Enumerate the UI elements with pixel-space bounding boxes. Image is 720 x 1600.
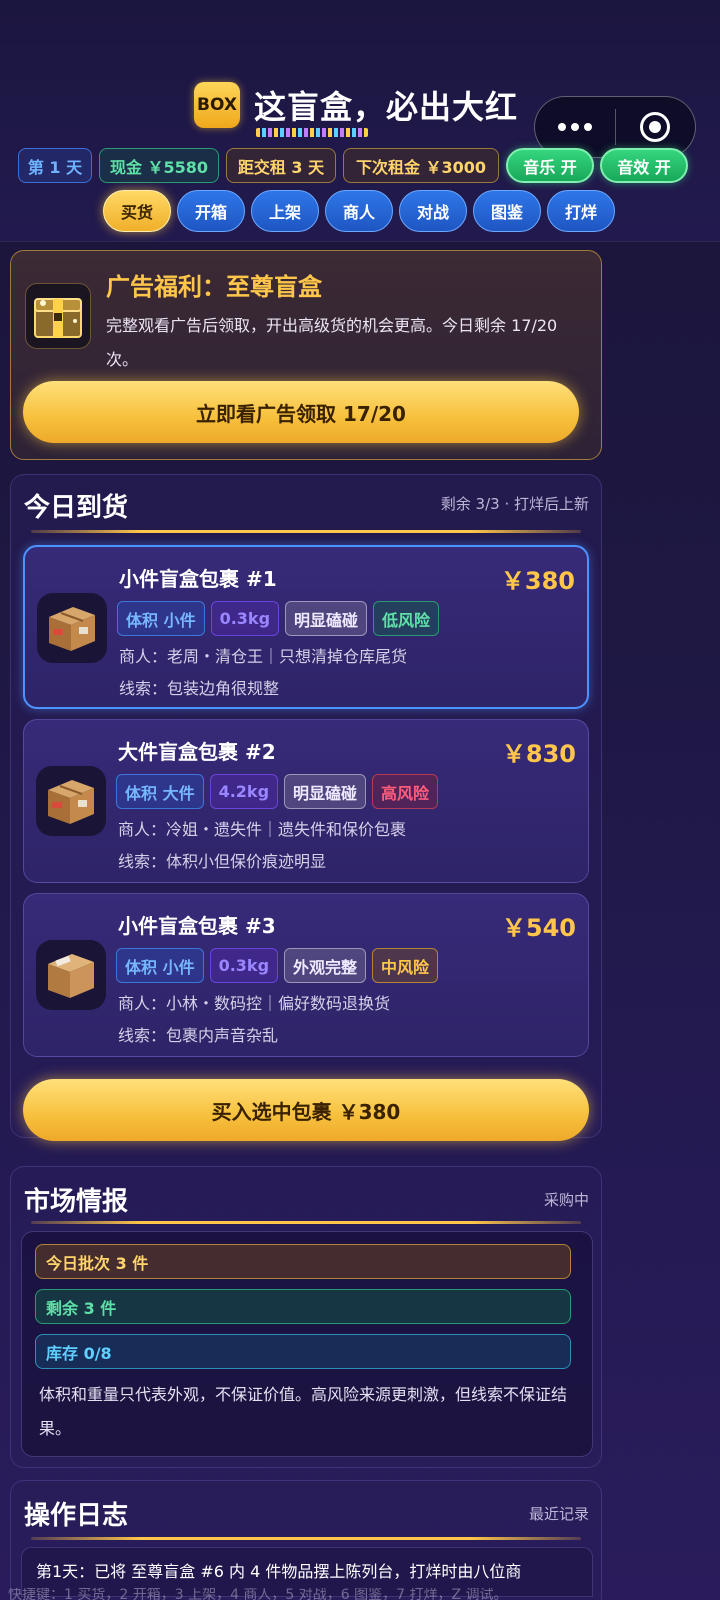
package-clue: 线索：包装边角很规整 bbox=[119, 679, 280, 698]
batch-count: 今日批次 3 件 bbox=[35, 1244, 571, 1279]
risk-tag: 高风险 bbox=[372, 774, 439, 809]
remaining-count: 剩余 3 件 bbox=[35, 1289, 571, 1324]
operation-log-subtitle: 最近记录 bbox=[528, 1505, 589, 1523]
title-underline bbox=[31, 530, 581, 533]
package-tags: 体积 小件 0.3kg 明显磕碰 低风险 bbox=[117, 601, 440, 636]
sfx-toggle[interactable]: 音效 开 bbox=[600, 148, 688, 183]
title-row: BOX 这盲盒，必出大红 bbox=[194, 82, 518, 128]
damaged-box-icon bbox=[37, 593, 107, 663]
market-intel-panel: 市场情报 采购中 今日批次 3 件 剩余 3 件 库存 0/8 体积和重量只代表… bbox=[10, 1166, 602, 1468]
today-arrivals-panel: 今日到货 剩余 3/3 · 打烊后上新 小件盲盒包裹 #1 ￥380 体积 小件… bbox=[10, 474, 602, 1141]
golden-treasure-box-icon bbox=[25, 283, 91, 349]
condition-tag: 明显磕碰 bbox=[285, 601, 368, 636]
package-merchant: 商人：老周・清仓王｜只想清掉仓库尾货 bbox=[119, 647, 408, 666]
package-price: ￥540 bbox=[501, 914, 576, 942]
buy-selected-button[interactable]: 买入选中包裹 ￥380 bbox=[23, 1079, 589, 1141]
package-price: ￥830 bbox=[501, 740, 576, 768]
tab-buy[interactable]: 买货 bbox=[103, 190, 171, 232]
ad-reward-card: 广告福利：至尊盲盒 完整观看广告后领取，开出高级货的机会更高。今日剩余 17/2… bbox=[10, 250, 602, 460]
weight-tag: 0.3kg bbox=[210, 601, 280, 636]
tab-battle[interactable]: 对战 bbox=[399, 190, 467, 232]
market-note: 体积和重量只代表外观，不保证价值。高风险来源更刺激，但线索不保证结果。 bbox=[39, 1385, 568, 1438]
market-intel-title: 市场情报 bbox=[24, 1187, 129, 1217]
risk-tag: 中风险 bbox=[372, 948, 439, 983]
size-tag: 体积 大件 bbox=[116, 774, 204, 809]
package-name: 小件盲盒包裹 #3 bbox=[118, 914, 276, 938]
music-toggle[interactable]: 音乐 开 bbox=[506, 148, 594, 183]
damaged-box-icon bbox=[36, 766, 106, 836]
package-card-3[interactable]: 小件盲盒包裹 #3 ￥540 体积 小件 0.3kg 外观完整 中风险 商人：小… bbox=[23, 893, 589, 1057]
cash-badge: 现金 ￥5580 bbox=[99, 148, 219, 183]
day-badge: 第 1 天 bbox=[18, 148, 92, 183]
package-card-2[interactable]: 大件盲盒包裹 #2 ￥830 体积 大件 4.2kg 明显磕碰 高风险 商人：冷… bbox=[23, 719, 589, 883]
package-merchant: 商人：冷姐・遗失件｜遗失件和保价包裹 bbox=[118, 820, 407, 839]
intact-box-icon bbox=[36, 940, 106, 1010]
today-arrivals-subtitle: 剩余 3/3 · 打烊后上新 bbox=[440, 495, 589, 513]
tab-close-shop[interactable]: 打烊 bbox=[547, 190, 615, 232]
size-tag: 体积 小件 bbox=[116, 948, 204, 983]
condition-tag: 外观完整 bbox=[284, 948, 367, 983]
tab-open[interactable]: 开箱 bbox=[177, 190, 245, 232]
operation-log-panel: 操作日志 最近记录 第1天：已将 至尊盲盒 #6 内 4 件物品摆上陈列台，打烊… bbox=[10, 1480, 602, 1600]
tab-merchants[interactable]: 商人 bbox=[325, 190, 393, 232]
title-underline bbox=[31, 1221, 581, 1224]
package-name: 大件盲盒包裹 #2 bbox=[118, 740, 276, 764]
package-clue: 线索：体积小但保价痕迹明显 bbox=[118, 852, 327, 871]
package-price: ￥380 bbox=[500, 567, 575, 595]
operation-log-title: 操作日志 bbox=[24, 1501, 129, 1531]
top-header: BOX 这盲盒，必出大红 第 1 天 现金 ￥5580 距交租 3 天 下次租金… bbox=[0, 0, 720, 242]
shortcut-hint: 快捷键：1 买货，2 开箱，3 上架，4 商人，5 对战，6 图鉴，7 打烊，Z… bbox=[8, 1588, 508, 1600]
ad-title: 广告福利：至尊盲盒 bbox=[106, 273, 322, 301]
close-target-icon[interactable] bbox=[616, 112, 696, 142]
title-underline bbox=[31, 1537, 581, 1540]
package-name: 小件盲盒包裹 #1 bbox=[119, 567, 277, 591]
weight-tag: 4.2kg bbox=[209, 774, 279, 809]
app-title: 这盲盒，必出大红 bbox=[254, 88, 519, 126]
tab-collection[interactable]: 图鉴 bbox=[473, 190, 541, 232]
condition-tag: 明显磕碰 bbox=[284, 774, 367, 809]
more-dots-icon[interactable] bbox=[535, 123, 615, 131]
box-logo: BOX bbox=[194, 82, 240, 128]
title-decoration bbox=[256, 128, 368, 137]
market-status: 采购中 bbox=[543, 1191, 589, 1209]
size-tag: 体积 小件 bbox=[117, 601, 205, 636]
weight-tag: 0.3kg bbox=[209, 948, 279, 983]
package-card-1[interactable]: 小件盲盒包裹 #1 ￥380 体积 小件 0.3kg 明显磕碰 低风险 商人：老… bbox=[23, 545, 589, 709]
ad-description: 完整观看广告后领取，开出高级货的机会更高。今日剩余 17/20 次。 bbox=[106, 316, 558, 369]
rent-countdown-badge: 距交租 3 天 bbox=[226, 148, 336, 183]
package-clue: 线索：包裹内声音杂乱 bbox=[118, 1026, 279, 1045]
watch-ad-button[interactable]: 立即看广告领取 17/20 bbox=[23, 381, 579, 443]
stock-count: 库存 0/8 bbox=[35, 1334, 571, 1369]
next-rent-badge: 下次租金 ￥3000 bbox=[343, 148, 499, 183]
market-intel-box: 今日批次 3 件 剩余 3 件 库存 0/8 体积和重量只代表外观，不保证价值。… bbox=[21, 1231, 593, 1457]
package-merchant: 商人：小林・数码控｜偏好数码退换货 bbox=[118, 994, 391, 1013]
tab-shelve[interactable]: 上架 bbox=[251, 190, 319, 232]
package-tags: 体积 大件 4.2kg 明显磕碰 高风险 bbox=[116, 774, 439, 809]
risk-tag: 低风险 bbox=[373, 601, 440, 636]
today-arrivals-title: 今日到货 bbox=[24, 493, 129, 523]
package-tags: 体积 小件 0.3kg 外观完整 中风险 bbox=[116, 948, 439, 983]
